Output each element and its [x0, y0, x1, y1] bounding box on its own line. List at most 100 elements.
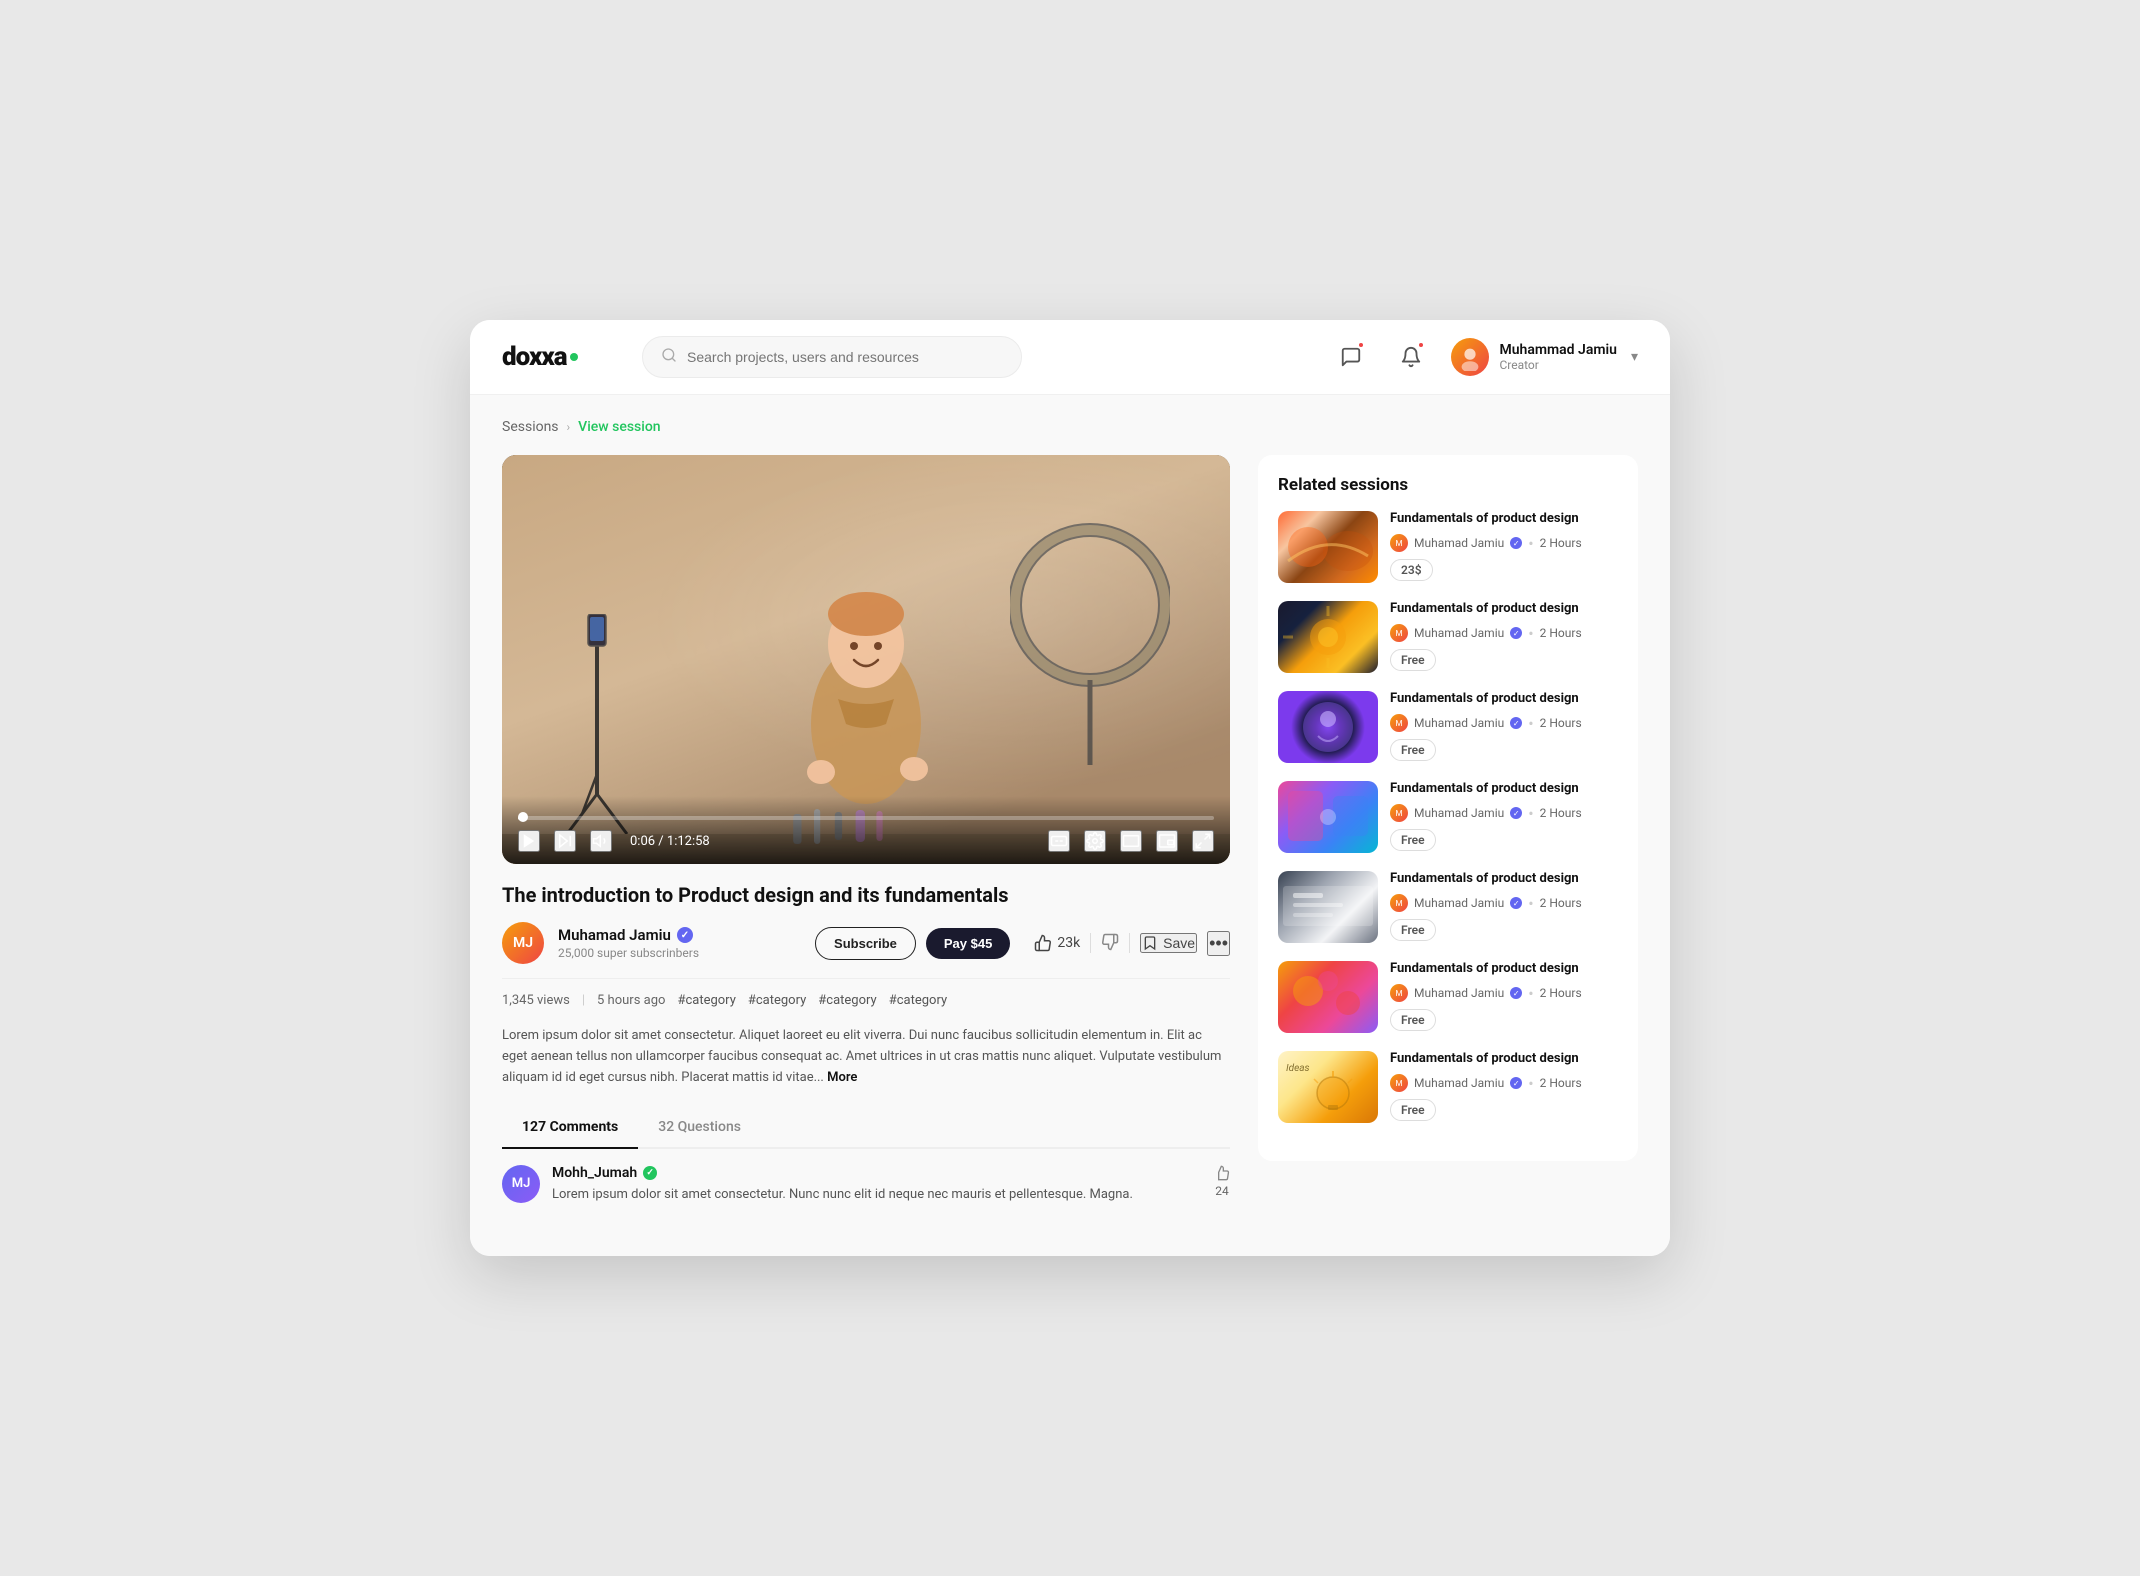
meta-divider1: | — [582, 993, 585, 1008]
session-price-4[interactable]: Free — [1390, 829, 1436, 851]
tab-questions[interactable]: 32 Questions — [638, 1107, 761, 1147]
comment-likes[interactable]: 24 — [1214, 1165, 1230, 1205]
session-card-3[interactable]: Fundamentals of product design M Muhamad… — [1278, 691, 1618, 763]
session-meta-3: M Muhamad Jamiu ✓ • 2 Hours — [1390, 714, 1618, 733]
volume-button[interactable] — [590, 830, 612, 852]
main-content: Sessions › View session — [470, 395, 1670, 1256]
more-options-button[interactable]: ••• — [1207, 931, 1230, 956]
session-author-7: Muhamad Jamiu — [1414, 1076, 1504, 1090]
play-button[interactable] — [518, 830, 540, 852]
session-card-4[interactable]: Fundamentals of product design M Muhamad… — [1278, 781, 1618, 853]
session-meta-1: M Muhamad Jamiu ✓ • 2 Hours — [1390, 534, 1618, 553]
session-meta-6: M Muhamad Jamiu ✓ • 2 Hours — [1390, 984, 1618, 1003]
session-thumbnail-7: Ideas — [1278, 1051, 1378, 1123]
divider2 — [1129, 933, 1130, 953]
tab-comments[interactable]: 127 Comments — [502, 1107, 638, 1147]
session-card-1[interactable]: Fundamentals of product design M Muhamad… — [1278, 511, 1618, 583]
session-title-1: Fundamentals of product design — [1390, 511, 1618, 528]
search-bar[interactable] — [642, 336, 1022, 378]
session-author-avatar-4: M — [1390, 804, 1408, 822]
creator-avatar: MJ — [502, 922, 544, 964]
session-author-avatar-5: M — [1390, 894, 1408, 912]
controls-row: 0:06 / 1:12:58 — [518, 830, 1214, 852]
session-price-1[interactable]: 23$ — [1390, 559, 1433, 581]
related-sessions-panel: Related sessions — [1258, 455, 1638, 1161]
session-author-2: Muhamad Jamiu — [1414, 626, 1504, 640]
settings-button[interactable] — [1084, 830, 1106, 852]
hashtag-1[interactable]: #category — [677, 993, 735, 1008]
content-grid: 0:06 / 1:12:58 — [502, 455, 1638, 1232]
skip-button[interactable] — [554, 830, 576, 852]
breadcrumb-sessions[interactable]: Sessions — [502, 419, 559, 435]
view-count: 1,345 views — [502, 993, 570, 1008]
hashtag-3[interactable]: #category — [818, 993, 876, 1008]
messages-badge — [1357, 341, 1365, 349]
session-author-4: Muhamad Jamiu — [1414, 806, 1504, 820]
browser-window: doxxa — [470, 320, 1670, 1256]
user-menu[interactable]: Muhammad Jamiu Creator ▾ — [1451, 338, 1638, 376]
header: doxxa — [470, 320, 1670, 395]
pay-button[interactable]: Pay $45 — [926, 928, 1010, 959]
session-duration-3: 2 Hours — [1540, 716, 1582, 730]
hashtag-4[interactable]: #category — [889, 993, 947, 1008]
session-price-5[interactable]: Free — [1390, 919, 1436, 941]
session-title-3: Fundamentals of product design — [1390, 691, 1618, 708]
notifications-badge — [1417, 341, 1425, 349]
dislike-button[interactable] — [1101, 933, 1119, 954]
more-link[interactable]: More — [827, 1070, 857, 1085]
user-avatar — [1451, 338, 1489, 376]
hashtag-2[interactable]: #category — [748, 993, 806, 1008]
session-meta-4: M Muhamad Jamiu ✓ • 2 Hours — [1390, 804, 1618, 823]
comment-text: Lorem ipsum dolor sit amet consectetur. … — [552, 1185, 1202, 1205]
session-duration-5: 2 Hours — [1540, 896, 1582, 910]
session-price-6[interactable]: Free — [1390, 1009, 1436, 1031]
save-button[interactable]: Save — [1140, 933, 1197, 953]
session-thumbnail-5 — [1278, 871, 1378, 943]
subscribe-button[interactable]: Subscribe — [815, 927, 916, 960]
progress-bar[interactable] — [518, 816, 1214, 820]
session-thumbnail-1 — [1278, 511, 1378, 583]
session-price-3[interactable]: Free — [1390, 739, 1436, 761]
comment-avatar: MJ — [502, 1165, 540, 1203]
session-price-2[interactable]: Free — [1390, 649, 1436, 671]
session-thumbnail-3 — [1278, 691, 1378, 763]
session-author-avatar-6: M — [1390, 984, 1408, 1002]
session-info-3: Fundamentals of product design M Muhamad… — [1390, 691, 1618, 763]
video-player[interactable]: 0:06 / 1:12:58 — [502, 455, 1230, 865]
session-info-2: Fundamentals of product design M Muhamad… — [1390, 601, 1618, 673]
like-count[interactable]: 23k — [1034, 934, 1080, 952]
session-title-7: Fundamentals of product design — [1390, 1051, 1618, 1068]
comment-body: Mohh_Jumah ✓ Lorem ipsum dolor sit amet … — [552, 1165, 1202, 1205]
session-title-2: Fundamentals of product design — [1390, 601, 1618, 618]
pip-button[interactable] — [1156, 830, 1178, 852]
session-card-7[interactable]: Ideas Fundamentals of product design — [1278, 1051, 1618, 1123]
logo[interactable]: doxxa — [502, 342, 622, 372]
captions-button[interactable] — [1048, 830, 1070, 852]
fullscreen-button[interactable] — [1192, 830, 1214, 852]
session-author-1: Muhamad Jamiu — [1414, 536, 1504, 550]
notifications-button[interactable] — [1391, 337, 1431, 377]
session-price-7[interactable]: Free — [1390, 1099, 1436, 1121]
session-duration-1: 2 Hours — [1540, 536, 1582, 550]
theater-button[interactable] — [1120, 830, 1142, 852]
video-description: Lorem ipsum dolor sit amet consectetur. … — [502, 1026, 1230, 1088]
comment-item: MJ Mohh_Jumah ✓ Lorem ipsum dolor sit am… — [502, 1165, 1230, 1205]
breadcrumb: Sessions › View session — [502, 419, 1638, 435]
related-sessions-title: Related sessions — [1278, 475, 1618, 495]
video-controls: 0:06 / 1:12:58 — [502, 796, 1230, 864]
session-meta-7: M Muhamad Jamiu ✓ • 2 Hours — [1390, 1074, 1618, 1093]
comment-author: Mohh_Jumah ✓ — [552, 1165, 1202, 1181]
session-card-6[interactable]: Fundamentals of product design M Muhamad… — [1278, 961, 1618, 1033]
svg-text:Ideas: Ideas — [1286, 1063, 1310, 1074]
session-card-5[interactable]: Fundamentals of product design M Muhamad… — [1278, 871, 1618, 943]
video-title: The introduction to Product design and i… — [502, 882, 1230, 908]
header-right: Muhammad Jamiu Creator ▾ — [1331, 337, 1638, 377]
session-card-2[interactable]: Fundamentals of product design M Muhamad… — [1278, 601, 1618, 673]
session-verified-3: ✓ — [1510, 717, 1522, 729]
creator-details: Muhamad Jamiu ✓ 25,000 super subscrinber… — [558, 926, 801, 960]
search-input[interactable] — [687, 349, 1003, 365]
divider — [1090, 933, 1091, 953]
session-author-avatar-3: M — [1390, 714, 1408, 732]
session-author-5: Muhamad Jamiu — [1414, 896, 1504, 910]
messages-button[interactable] — [1331, 337, 1371, 377]
